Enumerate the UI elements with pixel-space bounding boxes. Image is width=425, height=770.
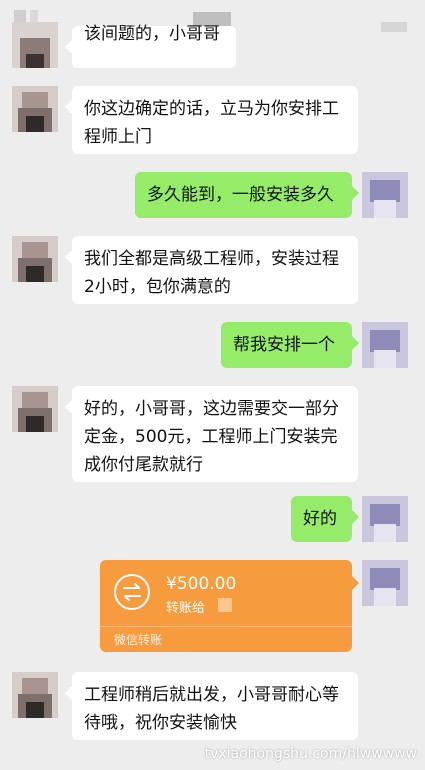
- message-text: 我们全都是高级工程师，安装过程: [84, 249, 339, 269]
- contact-avatar[interactable]: [12, 86, 58, 132]
- message-text: 好的: [303, 509, 337, 529]
- message-text: 程师上门: [84, 127, 152, 147]
- divider: [100, 626, 352, 627]
- contact-avatar[interactable]: [12, 22, 58, 68]
- message-bubble[interactable]: 我们全都是高级工程师，安装过程 2小时，包你满意的: [65, 236, 358, 304]
- message-text: 你这边确定的话，立马为你安排工: [84, 99, 339, 119]
- message-text: 该间题的，小哥哥: [84, 24, 220, 44]
- message-bubble[interactable]: 帮我安排一个: [221, 322, 359, 368]
- message-bubble[interactable]: 你这边确定的话，立马为你安排工 程师上门: [65, 86, 358, 154]
- my-avatar[interactable]: [362, 560, 408, 606]
- message-bubble[interactable]: 该间题的，小哥哥: [65, 24, 236, 68]
- message-text: 好的，小哥哥，这边需要交一部分: [84, 399, 339, 419]
- my-avatar[interactable]: [362, 496, 408, 542]
- recipient-name-blurred: [218, 598, 232, 612]
- message-bubble[interactable]: 好的: [291, 496, 359, 542]
- contact-avatar[interactable]: [12, 236, 58, 282]
- transfer-arrows-icon: [114, 574, 150, 610]
- message-text: 帮我安排一个: [233, 335, 335, 355]
- my-avatar[interactable]: [362, 322, 408, 368]
- message-bubble[interactable]: 好的，小哥哥，这边需要交一部分 定金，500元，工程师上门安装完 成你付尾款就行: [65, 386, 358, 482]
- message-text: 成你付尾款就行: [84, 455, 203, 475]
- message-text: 定金，500元，工程师上门安装完: [84, 427, 338, 447]
- more-icon[interactable]: [381, 22, 407, 32]
- message-text: 工程师稍后就出发，小哥哥耐心等: [84, 685, 339, 705]
- watermark: tvxiaohongshu.com/hlwwwww: [204, 746, 417, 762]
- message-bubble[interactable]: 多久能到，一般安装多久: [135, 172, 359, 218]
- message-text: 2小时，包你满意的: [84, 277, 231, 297]
- my-avatar[interactable]: [362, 172, 408, 218]
- contact-avatar[interactable]: [12, 672, 58, 718]
- contact-avatar[interactable]: [12, 386, 58, 432]
- transfer-amount: ¥500.00: [166, 574, 237, 594]
- message-text: 多久能到，一般安装多久: [147, 185, 334, 205]
- transfer-card[interactable]: ¥500.00 转账给 微信转账: [100, 560, 359, 652]
- message-bubble[interactable]: 工程师稍后就出发，小哥哥耐心等 待哦，祝你安装愉快: [65, 672, 358, 740]
- transfer-footer: 微信转账: [114, 633, 163, 647]
- message-text: 待哦，祝你安装愉快: [84, 713, 237, 733]
- transfer-recipient-label: 转账给: [166, 601, 206, 616]
